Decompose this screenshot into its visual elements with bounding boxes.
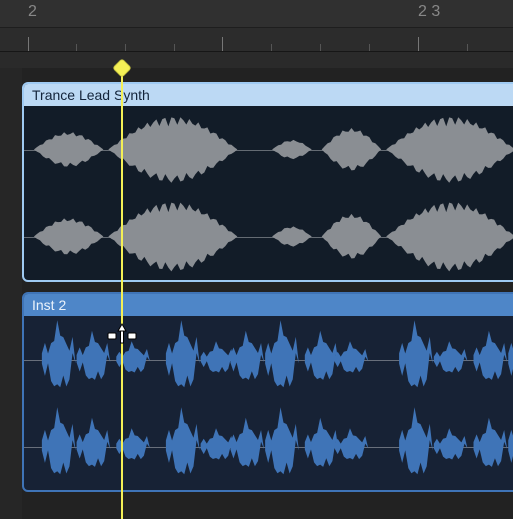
ruler-tick-major — [222, 37, 223, 51]
ruler-bar-label: 2 — [28, 3, 37, 21]
ruler-tick-major — [28, 37, 29, 51]
audio-region-trance-lead-synth[interactable]: Trance Lead Synth — [22, 82, 513, 282]
ruler-tick-minor — [125, 44, 126, 51]
ruler-tick-minor — [174, 44, 175, 51]
ruler-tick-minor — [467, 44, 468, 51]
tracks-gutter — [0, 68, 22, 519]
waveform — [24, 106, 513, 280]
waveform — [24, 316, 513, 490]
playhead[interactable] — [121, 68, 123, 519]
timeline-ruler[interactable]: 2 2 3 — [0, 0, 513, 52]
region-title: Trance Lead Synth — [24, 84, 513, 106]
tracks-area[interactable]: Trance Lead Synth Inst 2 — [0, 68, 513, 519]
ruler-tick-minor — [320, 44, 321, 51]
ruler-tick-minor — [271, 44, 272, 51]
ruler-tick-minor — [76, 44, 77, 51]
playhead-handle-icon[interactable] — [112, 58, 132, 78]
ruler-tick-major — [418, 37, 419, 51]
region-title: Inst 2 — [24, 294, 513, 316]
ruler-tick-minor — [369, 44, 370, 51]
audio-region-inst-2[interactable]: Inst 2 — [22, 292, 513, 492]
ruler-bar-label: 2 3 — [418, 3, 440, 21]
